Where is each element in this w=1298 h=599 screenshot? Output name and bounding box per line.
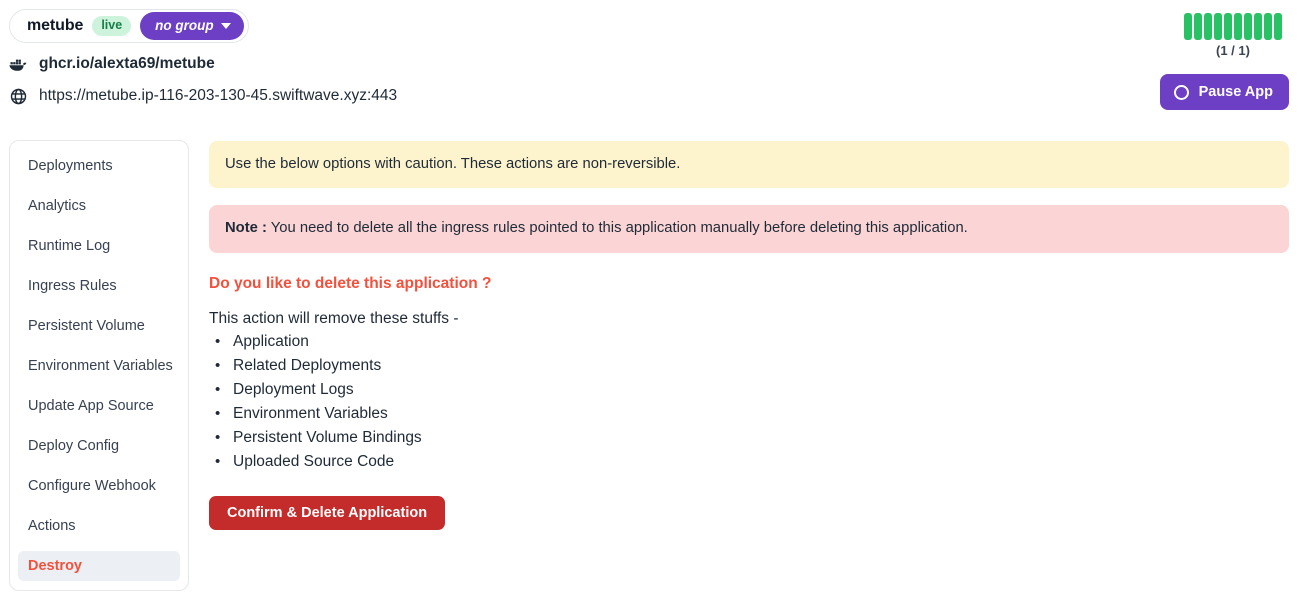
sidebar-item-destroy[interactable]: Destroy xyxy=(18,551,180,581)
group-selector-label: no group xyxy=(155,18,214,34)
replica-bar xyxy=(1264,13,1272,40)
removed-items-list: Application Related Deployments Deployme… xyxy=(209,330,1289,474)
docker-whale-icon xyxy=(9,53,28,75)
sidebar-item-configure-webhook[interactable]: Configure Webhook xyxy=(18,471,180,501)
replica-bar xyxy=(1214,13,1222,40)
app-identity-pill: metube live no group xyxy=(9,9,249,43)
app-image-row: ghcr.io/alexta69/metube xyxy=(9,53,215,75)
list-item: Persistent Volume Bindings xyxy=(209,426,1289,450)
list-item: Related Deployments xyxy=(209,354,1289,378)
globe-icon xyxy=(9,85,28,107)
status-badge: live xyxy=(92,16,132,36)
list-item: Uploaded Source Code xyxy=(209,450,1289,474)
replica-bar xyxy=(1244,13,1252,40)
pause-circle-icon xyxy=(1173,84,1189,100)
list-item: Environment Variables xyxy=(209,402,1289,426)
app-url-row: https://metube.ip-116-203-130-45.swiftwa… xyxy=(9,85,397,107)
sidebar-item-actions[interactable]: Actions xyxy=(18,511,180,541)
app-page: metube live no group ghcr.io/alexta69/me… xyxy=(0,0,1298,599)
chevron-down-icon xyxy=(220,23,231,29)
sidebar-item-deployments[interactable]: Deployments xyxy=(18,151,180,181)
caution-alert: Use the below options with caution. Thes… xyxy=(209,141,1289,189)
sidebar-item-deploy-config[interactable]: Deploy Config xyxy=(18,431,180,461)
pause-app-button[interactable]: Pause App xyxy=(1159,74,1289,110)
replica-bar xyxy=(1194,13,1202,40)
replica-bar xyxy=(1204,13,1212,40)
sidebar-item-runtime-log[interactable]: Runtime Log xyxy=(18,231,180,261)
confirm-delete-application-button[interactable]: Confirm & Delete Application xyxy=(209,495,446,530)
note-alert-prefix: Note : xyxy=(225,220,267,237)
sidebar-item-analytics[interactable]: Analytics xyxy=(18,191,180,221)
replica-bar xyxy=(1234,13,1242,40)
replica-bar xyxy=(1254,13,1262,40)
removal-lead-text: This action will remove these stuffs - xyxy=(209,309,459,327)
note-alert-text: You need to delete all the ingress rules… xyxy=(266,220,968,237)
replica-indicator: (1 / 1) xyxy=(1177,13,1289,57)
app-image-text: ghcr.io/alexta69/metube xyxy=(39,55,215,72)
replica-count-label: (1 / 1) xyxy=(1216,43,1250,58)
replica-bars xyxy=(1184,13,1282,40)
sidebar-item-ingress-rules[interactable]: Ingress Rules xyxy=(18,271,180,301)
list-item: Deployment Logs xyxy=(209,378,1289,402)
app-header: metube live no group ghcr.io/alexta69/me… xyxy=(0,0,1298,128)
replica-bar xyxy=(1274,13,1282,40)
sidebar-item-environment-variables[interactable]: Environment Variables xyxy=(18,351,180,381)
app-name: metube xyxy=(27,17,84,34)
sidebar-item-persistent-volume[interactable]: Persistent Volume xyxy=(18,311,180,341)
sidebar-item-update-app-source[interactable]: Update App Source xyxy=(18,391,180,421)
pause-app-label: Pause App xyxy=(1198,84,1273,100)
list-item: Application xyxy=(209,330,1289,354)
app-url-text: https://metube.ip-116-203-130-45.swiftwa… xyxy=(39,87,398,104)
delete-confirmation-question: Do you like to delete this application ? xyxy=(209,274,492,292)
group-selector-button[interactable]: no group xyxy=(140,12,244,40)
destroy-panel: Use the below options with caution. Thes… xyxy=(209,141,1289,530)
replica-bar xyxy=(1184,13,1192,40)
note-alert: Note : You need to delete all the ingres… xyxy=(209,205,1289,253)
app-sidebar: Deployments Analytics Runtime Log Ingres… xyxy=(9,140,189,591)
replica-bar xyxy=(1224,13,1232,40)
